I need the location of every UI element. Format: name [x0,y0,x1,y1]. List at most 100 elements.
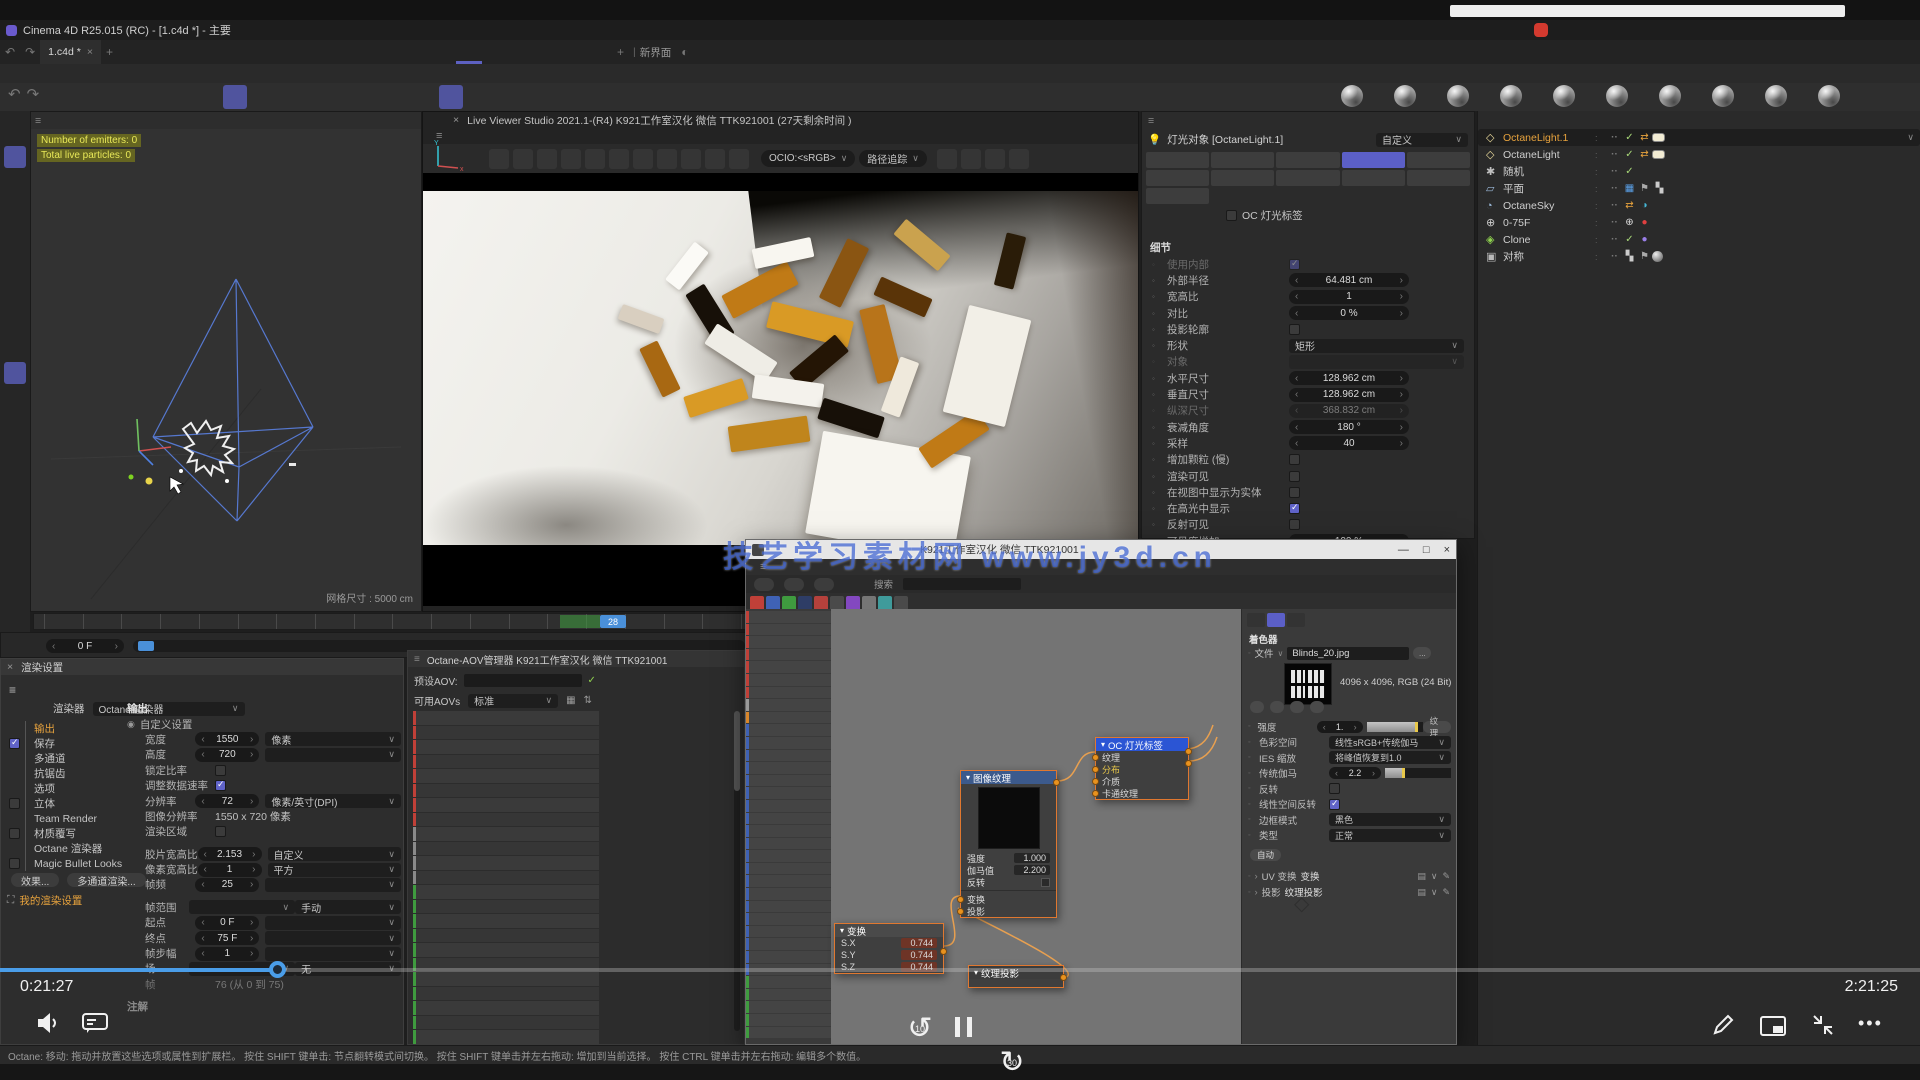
aov-item[interactable] [413,842,599,856]
param-slider[interactable] [1385,768,1451,778]
layout-tab[interactable] [586,40,612,64]
live-viewer-tool-icon[interactable] [657,149,677,169]
aov-item[interactable] [413,784,599,798]
setting-checkbox[interactable] [215,780,226,791]
auto-button[interactable]: 自动 [1250,849,1281,861]
object-tag-icon[interactable] [1637,132,1652,144]
param-dropdown[interactable]: 黑色 [1329,813,1451,826]
taskbar-app-icon[interactable] [606,4,619,17]
live-viewer-view-icon[interactable] [985,149,1005,169]
object-tag-icon[interactable] [1607,132,1622,144]
taskbar-app-icon[interactable] [320,4,333,17]
layout-tab[interactable] [326,40,352,64]
node-type-item[interactable] [746,838,831,850]
browse-button[interactable]: ... [1413,647,1431,659]
node-editor-action-button[interactable] [784,578,804,591]
node-category-tab[interactable] [894,596,908,609]
aov-item[interactable] [413,827,599,841]
search-input[interactable] [903,578,1021,590]
object-name[interactable]: OctaneLight.1 [1503,132,1595,144]
value-spinner[interactable]: 180 ° [1289,420,1409,434]
node-type-item[interactable] [746,775,831,787]
toolbar-icon[interactable] [682,85,706,109]
attribute-tab[interactable] [1342,152,1405,168]
setting-checkbox[interactable] [215,826,226,837]
material-sphere[interactable] [1818,85,1840,107]
taskbar-app-icon[interactable] [86,4,99,17]
dock-tool-icon[interactable] [4,362,26,384]
node-input-row[interactable]: 纹理 [1096,751,1188,763]
rewind-10-button[interactable]: ↺10 [903,1011,937,1045]
object-tag-icon[interactable] [1622,183,1637,195]
taskbar-app-icon[interactable] [398,4,411,17]
node-type-item[interactable] [746,699,831,711]
aov-preset-input[interactable] [464,674,582,687]
value-spinner[interactable]: 128.962 cm [1289,371,1409,385]
layout-tab[interactable] [170,40,196,64]
toolbar-icon[interactable] [736,85,760,109]
taskbar-app-icon[interactable] [216,4,229,17]
tray-icon[interactable] [1869,3,1882,16]
texture-button[interactable]: 纹理 [1423,721,1451,733]
node-type-item[interactable] [746,611,831,623]
material-sphere[interactable] [1341,85,1363,107]
node-type-item[interactable] [746,989,831,1001]
node-type-item[interactable] [746,976,831,988]
setting-spinner[interactable]: 2.153 [198,847,262,861]
setting-unit-dropdown[interactable]: 像素/英寸(DPI) [265,794,401,808]
dock-tool-icon[interactable] [4,335,26,357]
panel-tab[interactable] [1267,613,1285,627]
kernel-dropdown[interactable]: 路径追踪∨ [859,150,927,167]
layout-tab[interactable] [222,40,248,64]
param-dropdown[interactable]: 正常 [1329,829,1451,842]
value-checkbox[interactable] [1289,503,1300,514]
input-pin[interactable] [1092,790,1099,797]
taskbar-app-icon[interactable] [424,4,437,17]
attribute-tab[interactable] [1146,170,1209,186]
param-dropdown[interactable]: 将峰值恢复到1.0 [1329,751,1451,764]
node-param-row[interactable]: 强度1.000 [961,852,1056,864]
value-checkbox[interactable] [1289,487,1300,498]
light-tag-node[interactable]: OC 灯光标签 纹理 分布 介质 卡通纹理 [1095,737,1189,800]
setting-spinner[interactable]: 75 F [195,931,259,945]
toolbar-icon[interactable] [412,85,436,109]
taskbar-app-icon[interactable] [190,4,203,17]
panel-tab[interactable] [1247,613,1265,627]
node-type-item[interactable] [746,787,831,799]
image-texture-node[interactable]: 图像纹理 强度1.000 伽马值2.200 反转 [960,770,1057,918]
object-tag-icon[interactable] [1607,183,1622,195]
node-type-item[interactable] [746,636,831,648]
layout-tab[interactable] [274,40,300,64]
setting-unit-dropdown[interactable] [265,916,401,930]
setting-dropdown[interactable]: 手动 [295,900,401,914]
node-type-item[interactable] [746,649,831,661]
material-sphere[interactable] [1765,85,1787,107]
object-name[interactable]: OctaneSky [1503,200,1595,212]
panel-tab[interactable] [1287,613,1305,627]
layout-tab[interactable] [430,40,456,64]
material-sphere[interactable] [1659,85,1681,107]
attribute-tab[interactable] [1211,170,1274,186]
node-type-item[interactable] [746,1001,831,1013]
toolbar-icon[interactable] [466,85,490,109]
node-type-item[interactable] [746,926,831,938]
image-action-button[interactable] [1270,701,1284,713]
live-viewer-tool-icon[interactable] [681,149,701,169]
taskbar-app-icon[interactable] [788,4,801,17]
redo-icon[interactable]: ↷ [27,85,40,103]
taskbar-app-icon[interactable] [554,4,567,17]
live-viewer-tool-icon[interactable] [585,149,605,169]
node-editor-action-button[interactable] [754,578,774,591]
value-checkbox[interactable] [1289,454,1300,465]
toolbar-icon[interactable] [709,85,733,109]
toolbar-icon[interactable] [439,85,463,109]
object-tag-icon[interactable] [1637,200,1652,212]
toolbar-icon[interactable] [520,85,544,109]
taskbar-app-icon[interactable] [866,4,879,17]
object-tag-icon[interactable] [1637,217,1652,229]
edit-icon[interactable]: ✎ [1442,871,1450,882]
layout-tab[interactable] [300,40,326,64]
taskbar-app-icon[interactable] [632,4,645,17]
taskbar-app-icon[interactable] [242,4,255,17]
node-type-item[interactable] [746,624,831,636]
